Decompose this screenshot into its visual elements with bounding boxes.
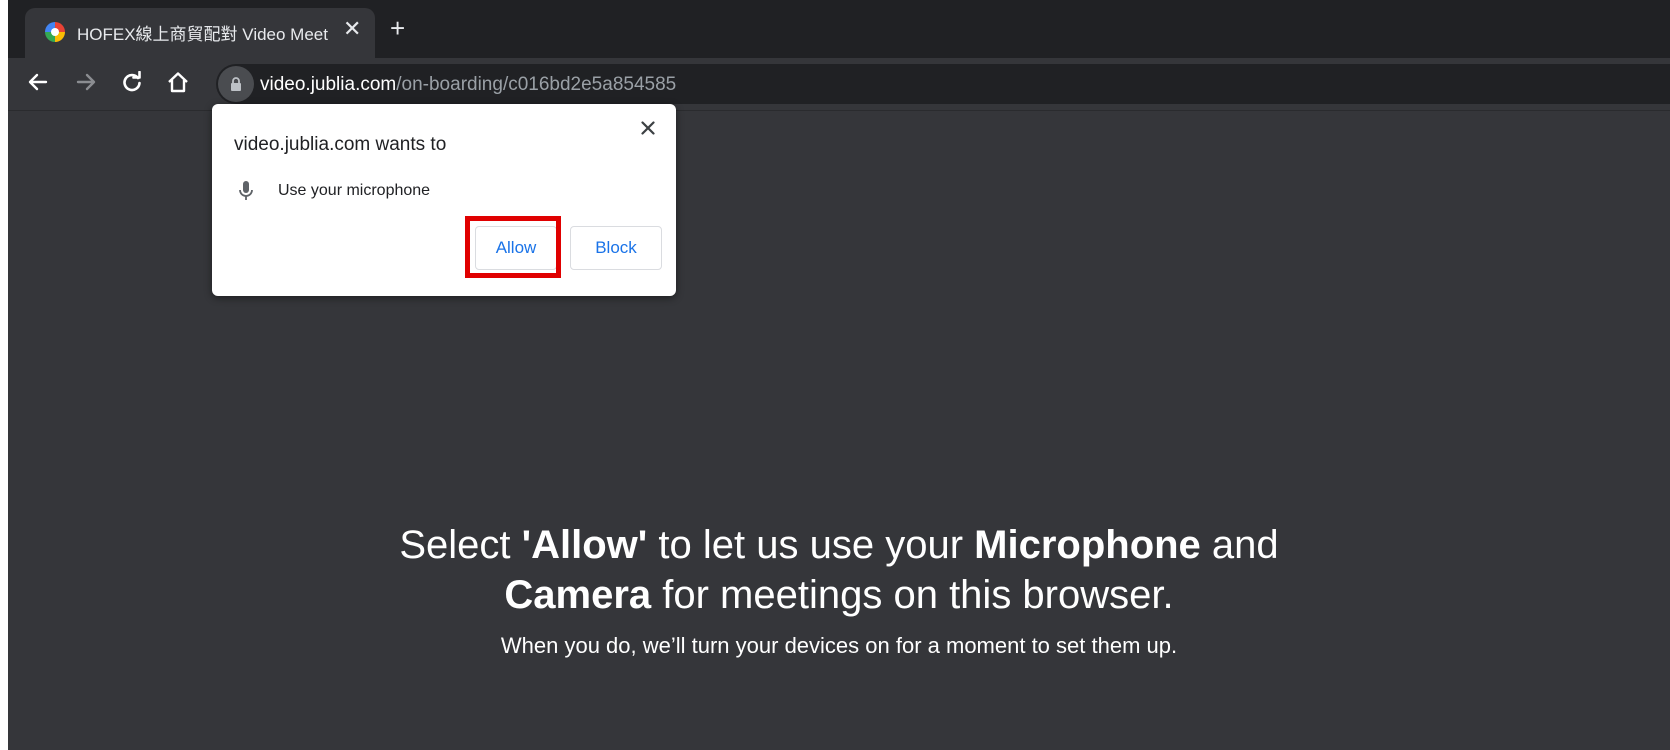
block-button[interactable]: Block (570, 226, 662, 270)
url-text: video.jublia.com/on-boarding/c016bd2e5a8… (260, 74, 676, 96)
permission-instructions: Select 'Allow' to let us use your Microp… (8, 520, 1670, 660)
instruction-text: Select (399, 523, 522, 567)
address-bar[interactable]: video.jublia.com/on-boarding/c016bd2e5a8… (216, 64, 1670, 104)
instruction-text: to let us use your (647, 523, 975, 567)
forward-button[interactable] (70, 66, 102, 98)
tab-close-button[interactable]: ✕ (343, 17, 361, 41)
instruction-text: and (1200, 523, 1279, 567)
allow-highlight-box (465, 216, 561, 278)
back-button[interactable] (22, 66, 54, 98)
instruction-line-1: Select 'Allow' to let us use your Microp… (8, 520, 1670, 570)
prompt-title: video.jublia.com wants to (234, 134, 447, 155)
new-tab-button[interactable]: + (390, 14, 405, 42)
browser-tab[interactable]: HOFEX線上商貿配對 Video Meet ✕ (25, 8, 375, 58)
instruction-line-2: Camera for meetings on this browser. (8, 570, 1670, 620)
microphone-icon (239, 181, 253, 200)
lock-icon (231, 77, 241, 91)
browser-window: HOFEX線上商貿配對 Video Meet ✕ + video.jublia.… (8, 0, 1670, 750)
instruction-camera-emphasis: Camera (504, 573, 652, 617)
home-button[interactable] (162, 66, 194, 98)
close-icon (641, 121, 655, 135)
url-path: /on-boarding/c016bd2e5a854585 (396, 74, 677, 95)
reload-button[interactable] (116, 66, 148, 98)
globe-multicolor-icon (45, 22, 65, 42)
back-arrow-icon (28, 73, 48, 91)
tab-strip: HOFEX線上商貿配對 Video Meet ✕ + (8, 0, 1670, 58)
prompt-close-button[interactable] (634, 114, 662, 142)
site-info-button[interactable] (218, 66, 254, 102)
url-domain: video.jublia.com (260, 74, 397, 95)
instruction-subtitle: When you do, we’ll turn your devices on … (500, 633, 1178, 658)
forward-arrow-icon (76, 73, 96, 91)
home-icon (168, 72, 188, 93)
permission-prompt: video.jublia.com wants to Use your micro… (212, 104, 676, 296)
instruction-microphone-emphasis: Microphone (974, 523, 1201, 567)
instruction-text: for meetings on this browser. (651, 573, 1174, 617)
tab-title: HOFEX線上商貿配對 Video Meet (77, 25, 328, 44)
reload-icon (123, 71, 141, 92)
permission-label: Use your microphone (278, 182, 431, 199)
instruction-allow-emphasis: 'Allow' (521, 523, 648, 567)
